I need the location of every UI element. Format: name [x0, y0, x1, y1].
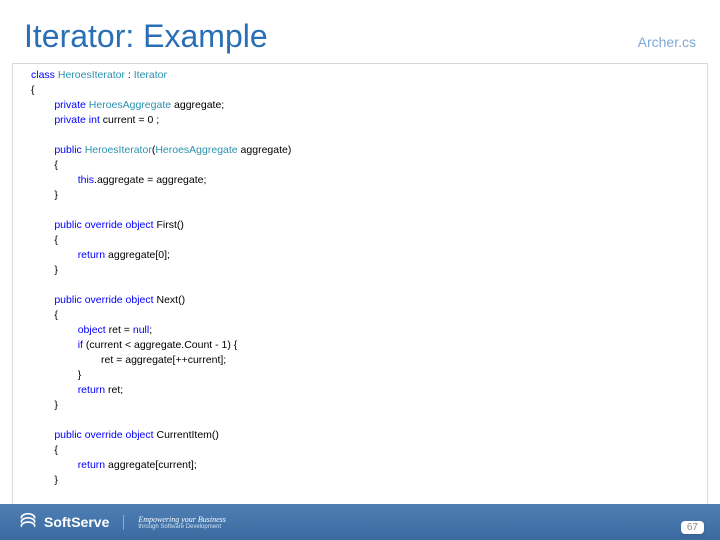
slide: Iterator: Example Archer.cs class Heroes…	[0, 0, 720, 540]
slide-footer: SoftServe Empowering your Business throu…	[0, 504, 720, 540]
slide-title: Iterator: Example	[24, 18, 268, 55]
code-block: class HeroesIterator : Iterator { privat…	[31, 68, 699, 504]
tagline-main: Empowering your Business	[138, 515, 226, 524]
brand-name: SoftServe	[44, 514, 109, 530]
tagline-sub: through Software Development	[138, 524, 226, 530]
slide-header: Iterator: Example Archer.cs	[0, 0, 720, 63]
brand-tagline: Empowering your Business through Softwar…	[123, 515, 226, 530]
page-number: 67	[681, 521, 704, 534]
code-container: class HeroesIterator : Iterator { privat…	[12, 63, 708, 504]
brand-logo: SoftServe	[0, 504, 109, 540]
softserve-icon	[18, 512, 38, 532]
slide-filename: Archer.cs	[638, 34, 696, 50]
